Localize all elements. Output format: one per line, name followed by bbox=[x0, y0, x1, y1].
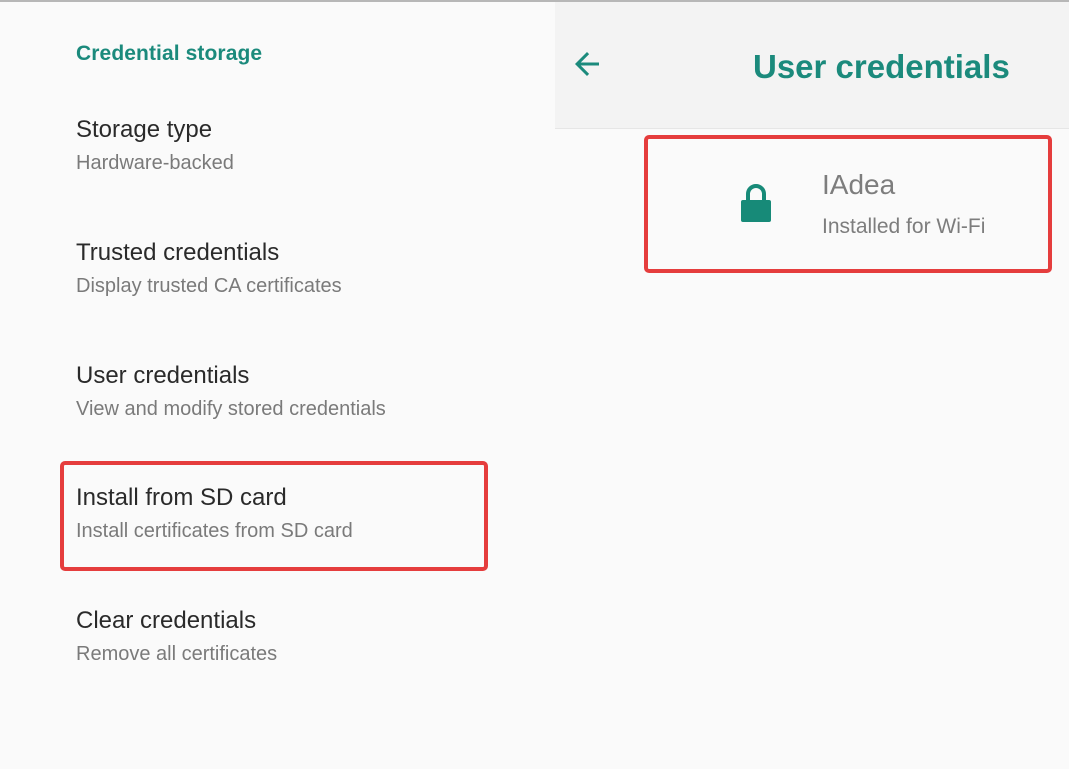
pref-user-credentials[interactable]: User credentials View and modify stored … bbox=[76, 361, 496, 422]
pref-summary: Display trusted CA certificates bbox=[76, 275, 342, 297]
pref-trusted-credentials[interactable]: Trusted credentials Display trusted CA c… bbox=[76, 238, 496, 299]
pref-storage-type[interactable]: Storage type Hardware-backed bbox=[76, 115, 496, 176]
pref-title: Install from SD card bbox=[76, 484, 287, 511]
arrow-left-icon bbox=[575, 52, 599, 76]
pref-summary: View and modify stored credentials bbox=[76, 398, 386, 420]
pref-clear-credentials[interactable]: Clear credentials Remove all certificate… bbox=[76, 606, 496, 667]
pref-summary: Hardware-backed bbox=[76, 152, 234, 174]
credential-name: IAdea bbox=[822, 169, 896, 200]
pref-title: Storage type bbox=[76, 116, 213, 143]
pref-title: User credentials bbox=[76, 362, 250, 389]
pref-title: Clear credentials bbox=[76, 607, 257, 634]
credential-item-iadea[interactable]: IAdea Installed for Wi-Fi bbox=[644, 135, 1052, 273]
user-credentials-panel: User credentials IAdea Installed for Wi-… bbox=[555, 2, 1069, 769]
back-button[interactable] bbox=[565, 42, 609, 86]
section-title-credential-storage: Credential storage bbox=[76, 42, 263, 65]
app-bar: User credentials bbox=[555, 2, 1069, 129]
lock-icon bbox=[741, 184, 771, 222]
app-bar-title: User credentials bbox=[753, 48, 1010, 85]
pref-summary: Remove all certificates bbox=[76, 643, 278, 665]
credential-summary: Installed for Wi-Fi bbox=[822, 215, 986, 238]
credential-storage-panel: Credential storage Storage type Hardware… bbox=[0, 2, 555, 769]
pref-install-from-sd-card[interactable]: Install from SD card Install certificate… bbox=[76, 483, 496, 544]
screen: Credential storage Storage type Hardware… bbox=[0, 0, 1069, 769]
pref-title: Trusted credentials bbox=[76, 239, 280, 266]
pref-summary: Install certificates from SD card bbox=[76, 520, 353, 542]
